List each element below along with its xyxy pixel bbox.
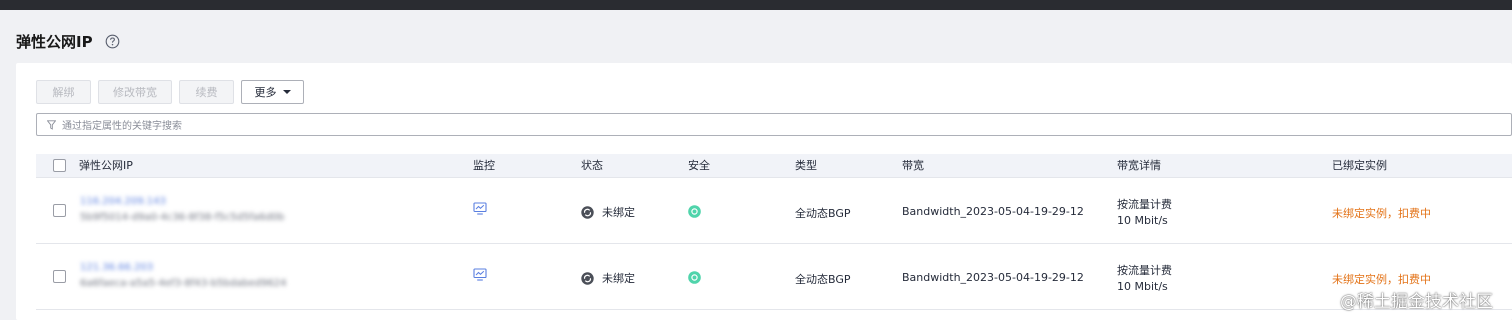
unbound-status-icon [581, 271, 594, 285]
unbind-button[interactable]: 解绑 [36, 80, 91, 104]
header-status: 状态 [581, 159, 603, 172]
eip-id: 5b9f5014-d9a0-4c36-8f38-f5c5d5fa6d0b [80, 212, 285, 223]
header-bandwidth-detail: 带宽详情 [1117, 159, 1161, 172]
table-header: 弹性公网IP 监控 状态 安全 类型 带宽 带宽详情 已绑定实例 [36, 154, 1512, 178]
eip-type: 全动态BGP [795, 273, 851, 286]
status-label: 未绑定 [602, 272, 635, 285]
status: 未绑定 [581, 270, 635, 286]
eip-type: 全动态BGP [795, 207, 851, 220]
select-all-checkbox[interactable] [53, 159, 66, 172]
renew-button[interactable]: 续费 [179, 80, 234, 104]
bandwidth-name: Bandwidth_2023-05-04-19-29-12 [902, 271, 1084, 284]
eip-address-link[interactable]: 116.204.209.143 [80, 196, 166, 207]
more-button-label: 更多 [254, 86, 277, 99]
modify-bandwidth-button[interactable]: 修改带宽 [98, 80, 172, 104]
search-placeholder: 通过指定属性的关键字搜索 [62, 121, 182, 132]
security-ok-icon [688, 205, 701, 221]
bound-instance-status: 未绑定实例，扣费中 [1332, 207, 1431, 220]
status-label: 未绑定 [602, 206, 635, 219]
eip-list-card: 解绑 修改带宽 续费 更多 通过指定属性的关键字搜索 弹性公网IP 监控 状态 … [16, 63, 1512, 320]
eip-address-link[interactable]: 121.36.66.203 [80, 262, 153, 273]
toolbar: 解绑 修改带宽 续费 更多 [36, 80, 304, 104]
page-header: 弹性公网IP [16, 30, 120, 52]
bandwidth-speed: 10 Mbit/s [1117, 280, 1168, 293]
header-bandwidth: 带宽 [902, 159, 924, 172]
table-row: 116.204.209.143 5b9f5014-d9a0-4c36-8f38-… [36, 178, 1512, 244]
top-nav-bar [0, 0, 1512, 10]
bandwidth-name: Bandwidth_2023-05-04-19-29-12 [902, 205, 1084, 218]
search-input[interactable]: 通过指定属性的关键字搜索 [36, 113, 1512, 136]
eip-id: 6a6faeca-a5a5-4ef3-8f43-b5bdabed9624 [80, 278, 287, 289]
header-bound-instance: 已绑定实例 [1332, 159, 1387, 172]
help-icon[interactable] [105, 34, 120, 49]
row-checkbox[interactable] [53, 204, 66, 217]
monitor-icon[interactable] [473, 202, 487, 218]
header-security: 安全 [688, 159, 710, 172]
watermark: @稀土掘金技术社区 [1340, 292, 1493, 312]
caret-down-icon [282, 90, 291, 94]
bandwidth-speed: 10 Mbit/s [1117, 214, 1168, 227]
billing-mode: 按流量计费 [1117, 264, 1172, 277]
table-row: 121.36.66.203 6a6faeca-a5a5-4ef3-8f43-b5… [36, 244, 1512, 310]
bound-instance-status: 未绑定实例，扣费中 [1332, 273, 1431, 286]
page-title: 弹性公网IP [16, 32, 93, 51]
unbound-status-icon [581, 205, 594, 219]
status: 未绑定 [581, 204, 635, 220]
monitor-icon[interactable] [473, 268, 487, 284]
billing-mode: 按流量计费 [1117, 198, 1172, 211]
more-dropdown-button[interactable]: 更多 [241, 80, 304, 104]
header-type: 类型 [795, 159, 817, 172]
row-checkbox[interactable] [53, 270, 66, 283]
filter-icon [47, 119, 56, 130]
header-monitor: 监控 [473, 159, 495, 172]
header-eip: 弹性公网IP [79, 159, 133, 172]
security-ok-icon [688, 271, 701, 287]
